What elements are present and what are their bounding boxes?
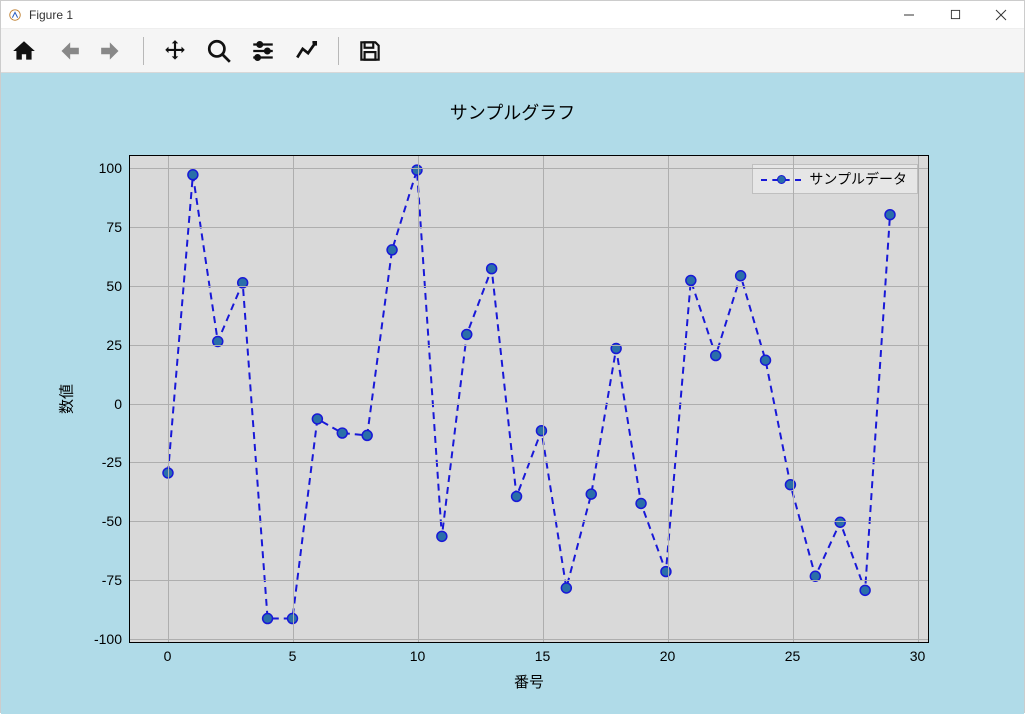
grid-line [130, 404, 928, 405]
app-icon [7, 7, 23, 23]
x-tick-label: 25 [785, 642, 801, 664]
grid-line [130, 168, 928, 169]
legend-label: サンプルデータ [809, 169, 907, 189]
grid-line [668, 156, 669, 642]
y-tick-label: 0 [114, 396, 130, 412]
x-tick-label: 15 [535, 642, 551, 664]
x-tick-label: 20 [660, 642, 676, 664]
x-tick-label: 30 [910, 642, 926, 664]
plot-area[interactable]: サンプルデータ -100-75-50-250255075100051015202… [129, 155, 929, 643]
window-controls [886, 1, 1024, 28]
configure-subplots-button[interactable] [248, 36, 278, 66]
grid-line [130, 286, 928, 287]
x-axis-label: 番号 [514, 671, 544, 692]
grid-line [293, 156, 294, 642]
grid-line [130, 345, 928, 346]
close-button[interactable] [978, 1, 1024, 28]
x-tick-label: 5 [289, 642, 297, 664]
y-tick-label: 75 [106, 219, 130, 235]
maximize-button[interactable] [932, 1, 978, 28]
edit-axes-button[interactable] [292, 36, 322, 66]
home-button[interactable] [9, 36, 39, 66]
x-tick-label: 10 [410, 642, 426, 664]
save-button[interactable] [355, 36, 385, 66]
minimize-button[interactable] [886, 1, 932, 28]
chart-title: サンプルグラフ [19, 99, 1006, 125]
grid-line [793, 156, 794, 642]
axes: サンプルデータ -100-75-50-250255075100051015202… [129, 155, 929, 643]
toolbar-separator [338, 37, 339, 65]
grid-line [130, 462, 928, 463]
y-tick-label: 50 [106, 278, 130, 294]
grid-line [168, 156, 169, 642]
y-tick-label: 25 [106, 337, 130, 353]
grid-line [918, 156, 919, 642]
data-series [130, 156, 928, 642]
grid-line [418, 156, 419, 642]
toolbar-separator [143, 37, 144, 65]
window-title: Figure 1 [29, 8, 73, 22]
back-button[interactable] [53, 36, 83, 66]
toolbar [1, 29, 1024, 73]
grid-line [130, 227, 928, 228]
figure-canvas[interactable]: サンプルグラフ サンプルデータ -100-75-50-2502550751000… [1, 73, 1024, 714]
y-tick-label: -50 [102, 513, 130, 529]
y-tick-label: 100 [99, 160, 130, 176]
y-tick-label: -25 [102, 454, 130, 470]
window-titlebar: Figure 1 [1, 1, 1024, 29]
legend-marker [761, 173, 801, 185]
grid-line [130, 639, 928, 640]
pan-button[interactable] [160, 36, 190, 66]
x-tick-label: 0 [164, 642, 172, 664]
zoom-button[interactable] [204, 36, 234, 66]
grid-line [130, 580, 928, 581]
y-axis-label: 数値 [56, 384, 77, 414]
forward-button[interactable] [97, 36, 127, 66]
y-tick-label: -75 [102, 572, 130, 588]
grid-line [130, 521, 928, 522]
y-tick-label: -100 [94, 631, 130, 647]
grid-line [543, 156, 544, 642]
figure: サンプルグラフ サンプルデータ -100-75-50-2502550751000… [19, 99, 1006, 704]
